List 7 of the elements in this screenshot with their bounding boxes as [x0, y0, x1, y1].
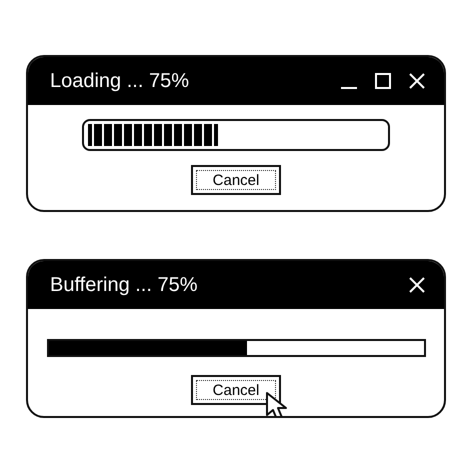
close-icon[interactable]	[408, 72, 426, 90]
cancel-button[interactable]: Cancel	[191, 165, 281, 195]
window-title: Buffering ... 75%	[50, 274, 198, 296]
window-title: Loading ... 75%	[50, 70, 190, 92]
close-icon[interactable]	[408, 276, 426, 294]
cancel-button[interactable]: Cancel	[191, 375, 281, 405]
maximize-icon[interactable]	[374, 72, 392, 90]
